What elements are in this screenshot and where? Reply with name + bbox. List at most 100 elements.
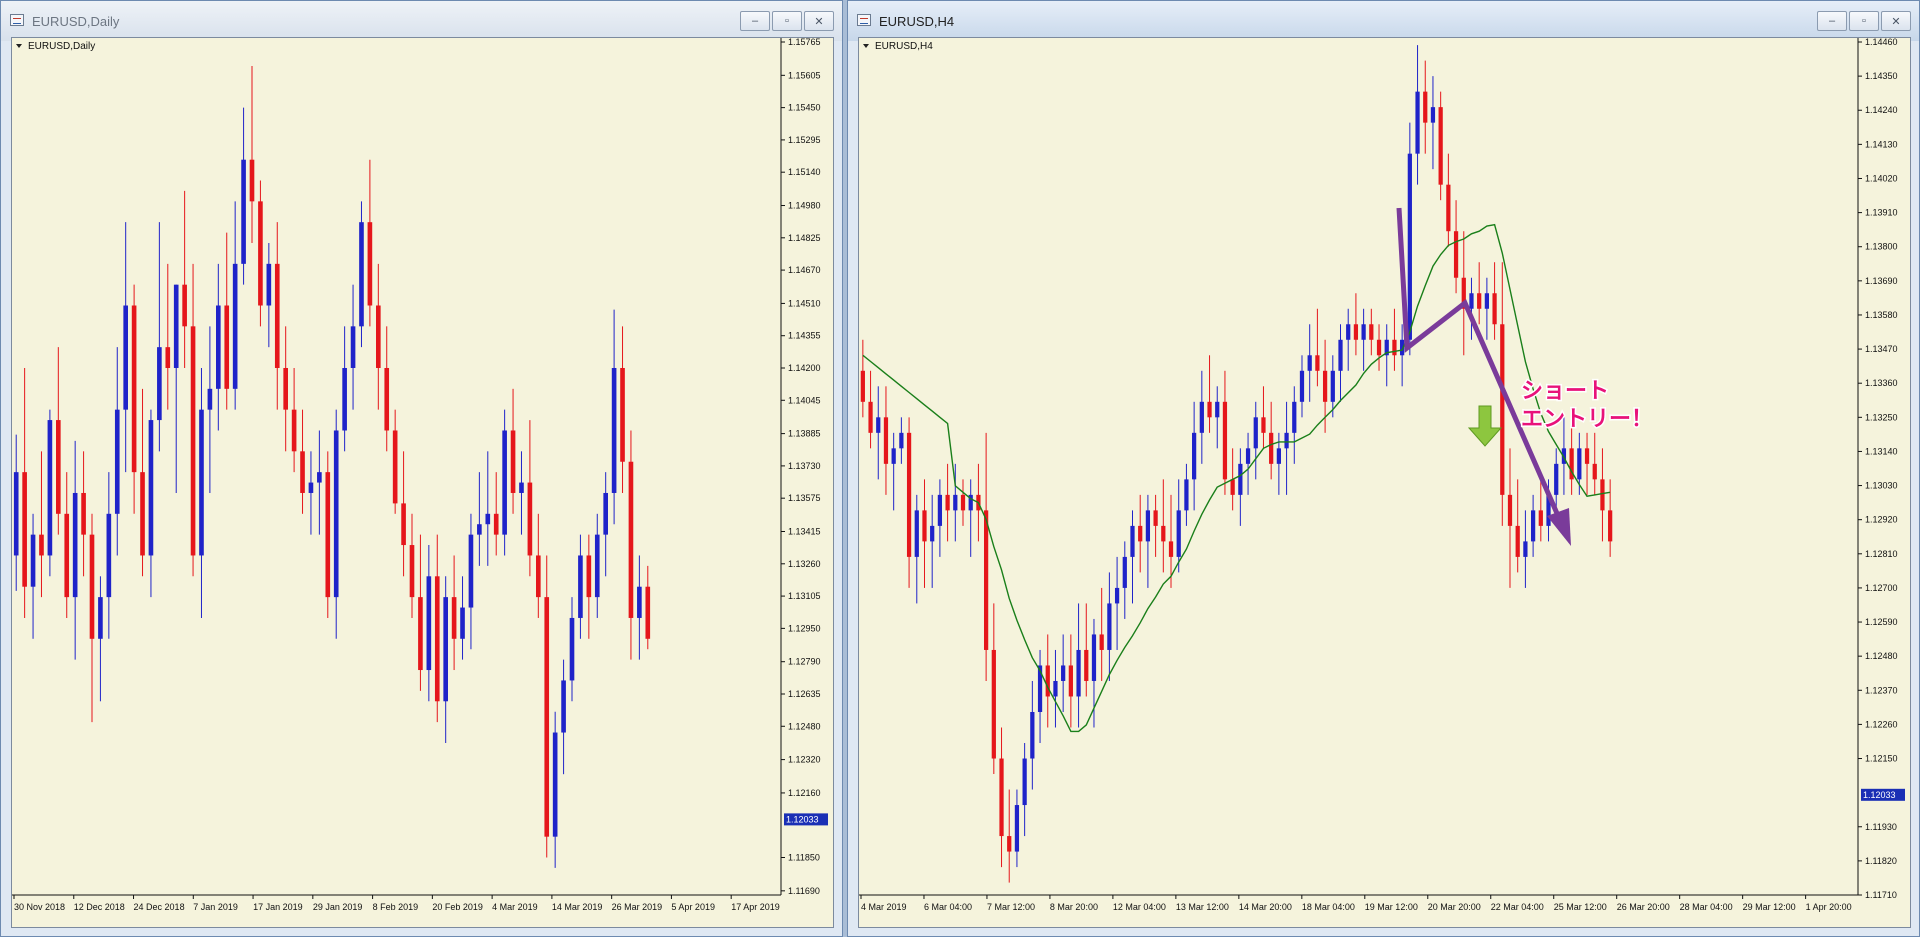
candle-body xyxy=(434,576,440,702)
candle-body xyxy=(620,367,625,462)
time-tick-label: 1 Apr 20:00 xyxy=(1806,902,1852,912)
candle-body xyxy=(22,472,27,587)
candle-body xyxy=(333,430,339,598)
minimize-button[interactable]: ‒ xyxy=(1817,11,1847,31)
candle-body xyxy=(1122,556,1127,588)
time-tick-label: 20 Mar 20:00 xyxy=(1428,902,1481,912)
candle-body xyxy=(1145,510,1151,542)
price-tick-label: 1.11820 xyxy=(1865,856,1897,866)
candle-body xyxy=(578,555,583,618)
candle-body xyxy=(72,492,78,598)
candle-body xyxy=(1284,432,1289,449)
candle-body xyxy=(1099,634,1104,650)
title-bar[interactable]: EURUSD,Daily ‒ ▫ ✕ xyxy=(1,1,842,41)
price-tick-label: 1.13730 xyxy=(788,461,821,471)
time-tick-label: 14 Mar 2019 xyxy=(552,902,603,912)
candle-body xyxy=(1338,339,1343,371)
candle-body xyxy=(1030,711,1035,759)
candle-body xyxy=(922,510,927,542)
maximize-button[interactable]: ▫ xyxy=(1849,11,1879,31)
candle-body xyxy=(1507,494,1513,526)
candle-body xyxy=(123,305,128,410)
candle-body xyxy=(1515,525,1520,557)
price-tick-label: 1.12150 xyxy=(1865,754,1898,764)
price-tick-label: 1.12920 xyxy=(1865,515,1898,525)
price-tick-label: 1.15765 xyxy=(788,38,821,47)
candle-body xyxy=(510,430,516,493)
candle-body xyxy=(1061,665,1066,681)
candle-body xyxy=(1114,587,1120,604)
candle-body xyxy=(56,420,61,514)
time-tick-label: 29 Jan 2019 xyxy=(313,902,363,912)
maximize-button[interactable]: ▫ xyxy=(772,11,802,31)
price-tick-label: 1.12480 xyxy=(1865,651,1898,661)
candle-body xyxy=(485,513,491,525)
candle-body xyxy=(1500,324,1505,495)
price-tick-label: 1.11850 xyxy=(788,853,820,863)
minimize-button[interactable]: ‒ xyxy=(740,11,770,31)
candle-body xyxy=(1153,510,1158,526)
chart-menu-triangle-icon xyxy=(16,44,22,48)
chart-window-h4[interactable]: EURUSD,H4 ‒ ▫ ✕ EURUSD,H4 1.14460 1.14350 1… xyxy=(847,0,1920,937)
candle-body xyxy=(1091,634,1097,681)
price-tick-label: 1.13690 xyxy=(1865,276,1898,286)
candle-body xyxy=(308,482,314,493)
candle-body xyxy=(224,305,230,389)
time-tick-label: 19 Mar 12:00 xyxy=(1365,902,1418,912)
time-tick-label: 14 Mar 20:00 xyxy=(1239,902,1292,912)
candle-body xyxy=(89,534,95,639)
candle-body xyxy=(1107,603,1112,650)
time-tick-label: 8 Mar 20:00 xyxy=(1050,902,1098,912)
current-price-label: 1.12033 xyxy=(1863,790,1896,800)
candle-body xyxy=(1376,339,1382,356)
candle-body xyxy=(1477,293,1482,309)
price-tick-label: 1.14460 xyxy=(1865,38,1898,47)
candle-body xyxy=(876,417,881,433)
candle-body xyxy=(519,482,524,493)
chart-canvas-daily[interactable]: EURUSD,Daily 1.15765 1.15605 1.15450 1.15295… xyxy=(11,37,834,928)
candle-body xyxy=(392,430,398,504)
close-button[interactable]: ✕ xyxy=(1881,11,1911,31)
time-tick-label: 17 Jan 2019 xyxy=(253,902,303,912)
candle-body xyxy=(1176,510,1181,557)
candle-body xyxy=(1530,510,1536,542)
daily-candlestick-chart[interactable]: EURUSD,Daily 1.15765 1.15605 1.15450 1.15295… xyxy=(12,38,835,929)
title-bar[interactable]: EURUSD,H4 ‒ ▫ ✕ xyxy=(848,1,1919,41)
chart-window-daily[interactable]: EURUSD,Daily ‒ ▫ ✕ EURUSD,Daily 1.15765 1.… xyxy=(0,0,843,937)
candle-body xyxy=(1392,339,1397,356)
chart-menu-triangle-icon xyxy=(863,44,869,48)
time-tick-label: 24 Dec 2018 xyxy=(134,902,185,912)
candle-body xyxy=(1446,184,1451,232)
candle-body xyxy=(443,597,448,702)
candle-body xyxy=(1007,836,1012,852)
price-tick-label: 1.13260 xyxy=(788,559,821,569)
price-tick-label: 1.14825 xyxy=(788,233,821,243)
maximize-icon: ▫ xyxy=(785,15,789,27)
time-tick-label: 26 Mar 20:00 xyxy=(1617,902,1670,912)
price-tick-label: 1.15295 xyxy=(788,135,821,145)
candle-body xyxy=(502,430,507,535)
candle-body xyxy=(1053,680,1058,697)
maximize-icon: ▫ xyxy=(1862,15,1866,27)
candle-body xyxy=(1577,448,1582,480)
candle-body xyxy=(1292,401,1297,433)
candle-body xyxy=(47,420,53,556)
candle-body xyxy=(914,510,919,557)
candle-body xyxy=(1168,541,1174,557)
candle-body xyxy=(953,494,958,511)
candle-body xyxy=(899,432,904,449)
candle-body xyxy=(359,222,364,327)
candle-body xyxy=(1238,463,1243,495)
candle-body xyxy=(1207,401,1212,418)
candle-body xyxy=(30,534,36,587)
time-tick-label: 17 Apr 2019 xyxy=(731,902,780,912)
candle-body xyxy=(342,367,347,431)
candle-body xyxy=(586,555,592,598)
h4-candlestick-chart[interactable]: EURUSD,H4 1.14460 1.14350 1.14240 1.14130 1.1… xyxy=(859,38,1912,929)
candle-body xyxy=(991,649,996,759)
chart-canvas-h4[interactable]: EURUSD,H4 1.14460 1.14350 1.14240 1.14130 1.1… xyxy=(858,37,1911,928)
close-button[interactable]: ✕ xyxy=(804,11,834,31)
price-tick-label: 1.14980 xyxy=(788,201,821,211)
candle-body xyxy=(1014,805,1020,852)
candle-body xyxy=(983,510,989,650)
